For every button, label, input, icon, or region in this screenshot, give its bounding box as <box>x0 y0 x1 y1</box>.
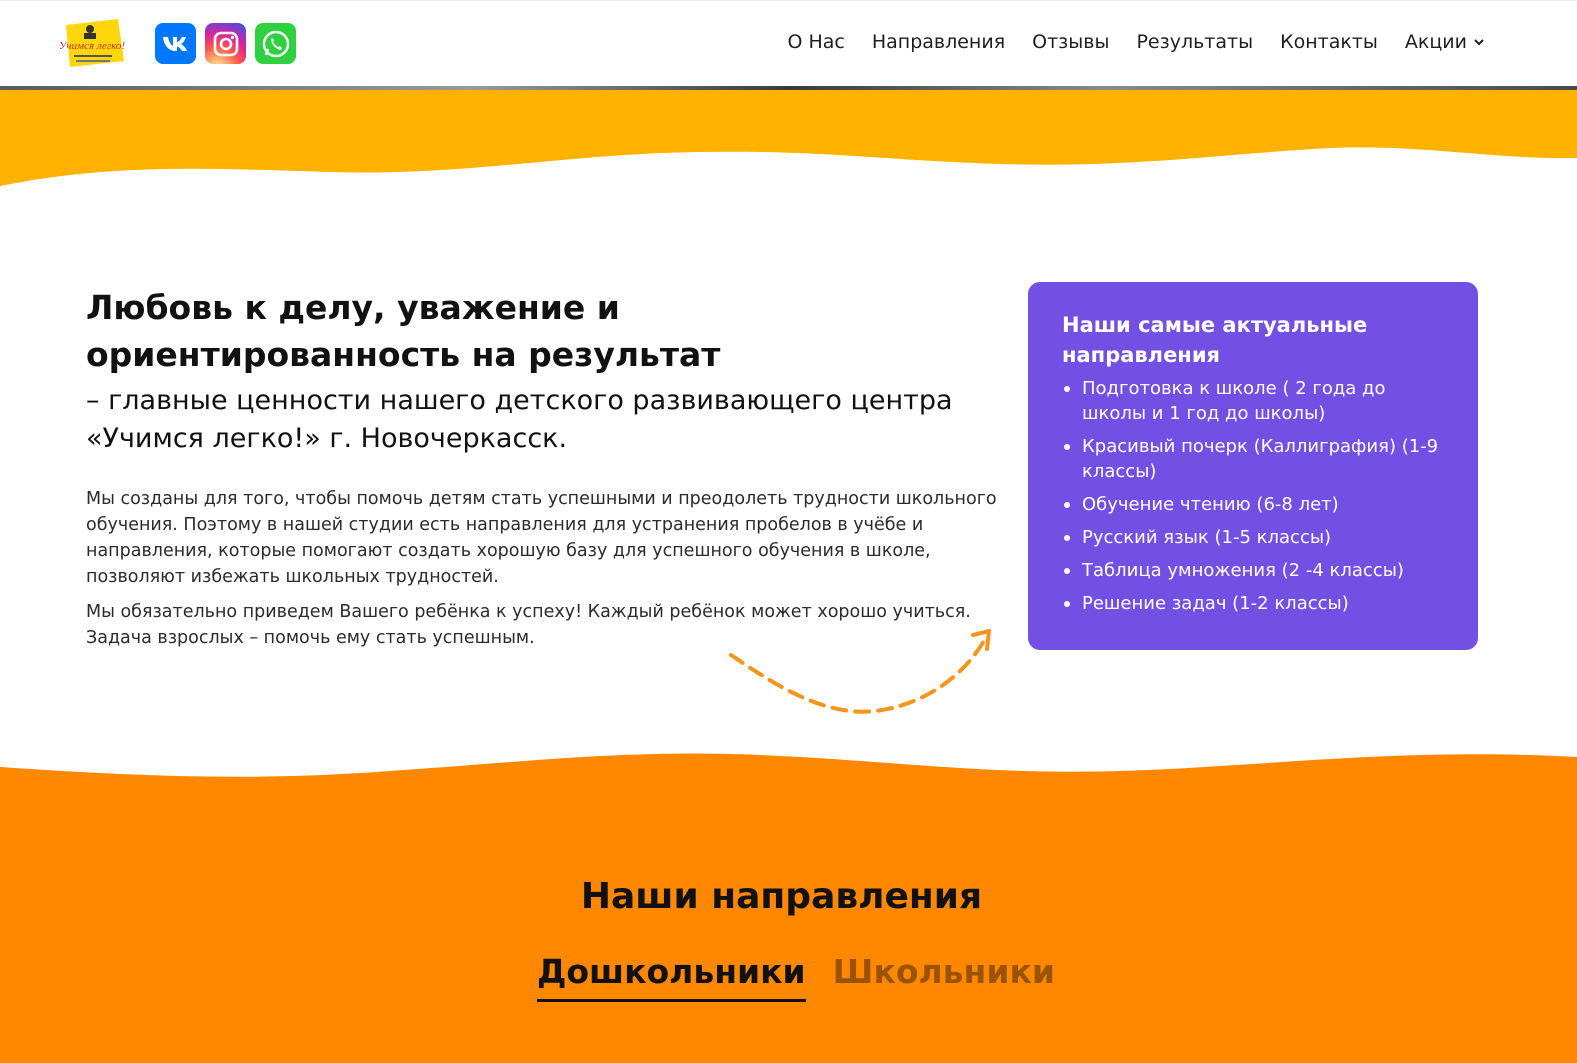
nav-item-label: О Нас <box>787 31 845 53</box>
whatsapp-link[interactable] <box>255 23 296 64</box>
top-directions-card: Наши самые актуальные направления Подгот… <box>1028 282 1478 650</box>
list-item: Решение задач (1-2 классы) <box>1062 591 1444 616</box>
nav-item-directions[interactable]: Направления <box>872 31 1005 53</box>
directions-tabs: Дошкольники Школьники <box>537 952 1055 1002</box>
tab-schoolchildren[interactable]: Школьники <box>833 952 1055 1002</box>
nav-item-contacts[interactable]: Контакты <box>1280 31 1378 53</box>
nav-item-label: Отзывы <box>1032 31 1110 53</box>
hero-paragraph: Мы созданы для того, чтобы помочь детям … <box>86 489 997 587</box>
list-item: Русский язык (1-5 классы) <box>1062 525 1444 550</box>
list-item: Подготовка к школе ( 2 года до школы и 1… <box>1062 376 1444 426</box>
nav-item-label: Результаты <box>1136 31 1254 53</box>
directions-section-title: Наши направления <box>580 876 983 917</box>
hero-headline: Любовь к делу, уважение и ориентированно… <box>86 288 721 374</box>
logo-text: Учимся легко! <box>60 40 125 52</box>
instagram-icon <box>213 31 238 56</box>
tab-preschoolers[interactable]: Дошкольники <box>537 952 806 1002</box>
chevron-down-icon <box>1474 39 1484 46</box>
nav-item-label: Направления <box>871 31 1006 53</box>
list-item: Красивый почерк (Каллиграфия) (1-9 класс… <box>1062 434 1444 484</box>
logo[interactable]: Учимся легко! <box>59 15 126 71</box>
yellow-wave-band <box>0 90 1577 186</box>
instagram-link[interactable] <box>205 23 246 64</box>
whatsapp-icon <box>262 30 289 57</box>
card-title: Наши самые актуальные направления <box>1062 313 1368 367</box>
main-nav: О Нас Направления Отзывы Результаты Конт… <box>787 31 1485 53</box>
list-item: Таблица умножения (2 -4 классы) <box>1062 558 1444 583</box>
dashed-arrow-icon <box>729 629 991 714</box>
list-item: Обучение чтению (6-8 лет) <box>1062 492 1444 517</box>
nav-item-promotions[interactable]: Акции <box>1405 31 1485 53</box>
nav-item-results[interactable]: Результаты <box>1136 31 1253 53</box>
nav-item-reviews[interactable]: Отзывы <box>1032 31 1109 53</box>
site-header: Учимся легко! О Нас Направления Отзывы Р… <box>0 0 1577 86</box>
card-list: Подготовка к школе ( 2 года до школы и 1… <box>1062 376 1444 616</box>
vk-link[interactable] <box>155 23 196 64</box>
logo-icon: Учимся легко! <box>59 19 125 67</box>
vk-icon <box>162 36 187 51</box>
hero-subhead: – главные ценности нашего детского разви… <box>86 385 953 454</box>
nav-item-about[interactable]: О Нас <box>787 31 844 53</box>
nav-item-label: Акции <box>1404 31 1467 53</box>
nav-item-label: Контакты <box>1280 31 1378 53</box>
